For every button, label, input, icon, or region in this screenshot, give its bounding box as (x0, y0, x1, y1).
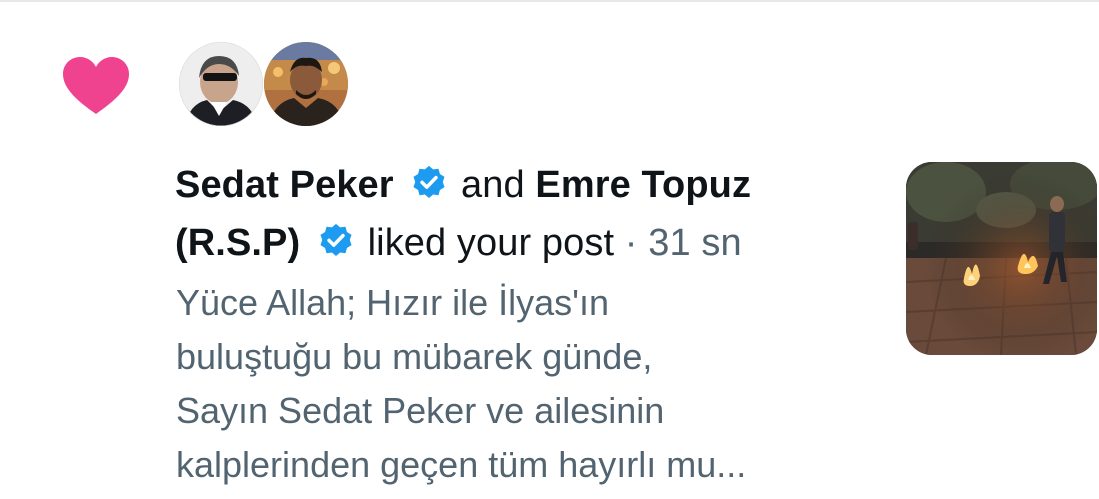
post-preview-line: buluştuğu bu mübarek günde, (176, 336, 653, 377)
verified-badge-icon (320, 223, 352, 257)
post-preview-line: Sayın Sedat Peker ve ailesinin (176, 390, 665, 431)
post-preview-line: kalplerinden geçen tüm hayırlı mu... (176, 444, 747, 485)
conjunction-text: and (461, 164, 525, 206)
verified-badge-icon (413, 165, 445, 199)
separator-dot: · (624, 222, 638, 264)
user-name-1[interactable]: Sedat Peker (175, 164, 394, 206)
action-text: liked your post (367, 222, 615, 264)
timestamp: 31 sn (648, 222, 742, 264)
avatar-sedat-peker[interactable] (179, 42, 263, 126)
top-divider (0, 0, 1099, 2)
post-media-thumbnail[interactable] (906, 162, 1097, 355)
post-preview[interactable]: Yüce Allah; Hızır ile İlyas'ın buluştuğu… (176, 276, 876, 492)
heart-icon (63, 57, 129, 114)
notification-text[interactable]: Sedat Peker and Emre Topuz (R.S.P) liked… (175, 156, 855, 272)
post-preview-line: Yüce Allah; Hızır ile İlyas'ın (176, 282, 610, 323)
avatar-emre-topuz[interactable] (264, 42, 348, 126)
